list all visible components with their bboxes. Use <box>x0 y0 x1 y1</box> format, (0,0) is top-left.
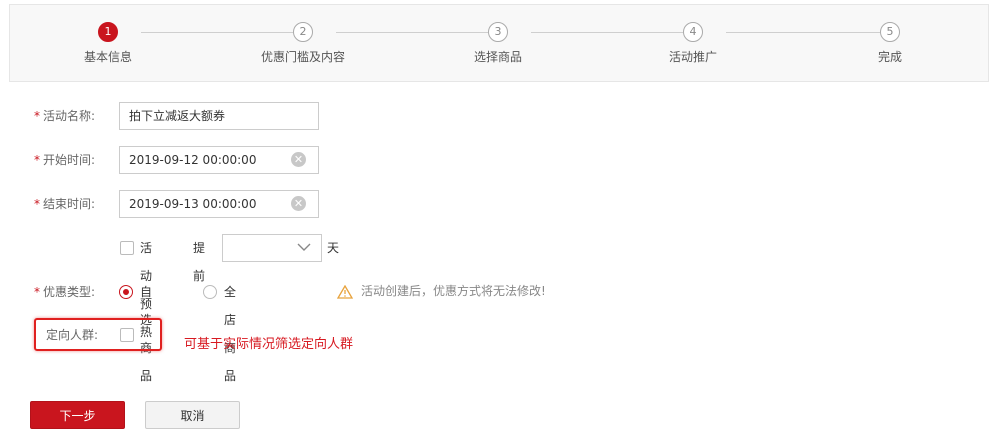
required-mark: * <box>34 153 40 167</box>
clear-icon[interactable]: ✕ <box>291 152 306 167</box>
preheat-days-select[interactable] <box>222 234 322 262</box>
step-select-products: 3 选择商品 <box>428 22 568 65</box>
step-label: 基本信息 <box>83 50 132 64</box>
discount-type-label: * 优惠类型: <box>34 278 114 306</box>
step-label: 选择商品 <box>473 50 522 64</box>
step-number: 1 <box>98 22 118 42</box>
step-basic-info: 1 基本信息 <box>38 22 178 65</box>
annotation-text: 可基于实际情况筛选定向人群 <box>184 337 354 352</box>
label-text: 结束时间: <box>43 197 96 211</box>
days-unit: 天 <box>327 241 340 255</box>
label-text: 开始时间: <box>43 153 96 167</box>
required-mark: * <box>34 285 40 299</box>
step-label: 完成 <box>877 50 902 64</box>
warning-note: 活动创建后，优惠方式将无法修改! <box>337 282 546 300</box>
activity-name-label: * 活动名称: <box>34 102 114 130</box>
target-group-label: 定向人群: <box>46 328 99 342</box>
start-time-label: * 开始时间: <box>34 146 114 174</box>
step-label: 活动推广 <box>668 50 717 64</box>
required-mark: * <box>34 197 40 211</box>
step-number: 2 <box>293 22 313 42</box>
start-time-input[interactable]: 2019-09-12 00:00:00 <box>119 146 319 174</box>
activity-name-input[interactable]: 拍下立减返大额券 <box>119 102 319 130</box>
target-group-checkbox[interactable] <box>120 328 134 342</box>
progress-steps: 1 基本信息 2 优惠门槛及内容 3 选择商品 4 活动推广 5 完成 <box>9 4 989 82</box>
label-text: 活动名称: <box>43 109 96 123</box>
end-time-label: * 结束时间: <box>34 190 114 218</box>
step-number: 5 <box>880 22 900 42</box>
step-discount-threshold: 2 优惠门槛及内容 <box>233 22 373 65</box>
step-promotion: 4 活动推广 <box>623 22 763 65</box>
preheat-checkbox[interactable] <box>120 241 134 255</box>
step-complete: 5 完成 <box>820 22 960 65</box>
advance-label: 提前 <box>193 241 206 283</box>
label-text: 优惠类型: <box>43 285 96 299</box>
step-number: 4 <box>683 22 703 42</box>
radio-custom-products[interactable] <box>119 285 133 299</box>
cancel-button[interactable]: 取消 <box>145 401 240 429</box>
required-mark: * <box>34 109 40 123</box>
chevron-down-icon <box>297 243 311 251</box>
radio-all-products[interactable] <box>203 285 217 299</box>
end-time-input[interactable]: 2019-09-13 00:00:00 <box>119 190 319 218</box>
warning-text: 活动创建后，优惠方式将无法修改! <box>361 284 546 298</box>
next-step-button[interactable]: 下一步 <box>30 401 125 429</box>
clear-icon[interactable]: ✕ <box>291 196 306 211</box>
warning-icon <box>337 284 353 299</box>
step-number: 3 <box>488 22 508 42</box>
step-label: 优惠门槛及内容 <box>260 50 345 64</box>
